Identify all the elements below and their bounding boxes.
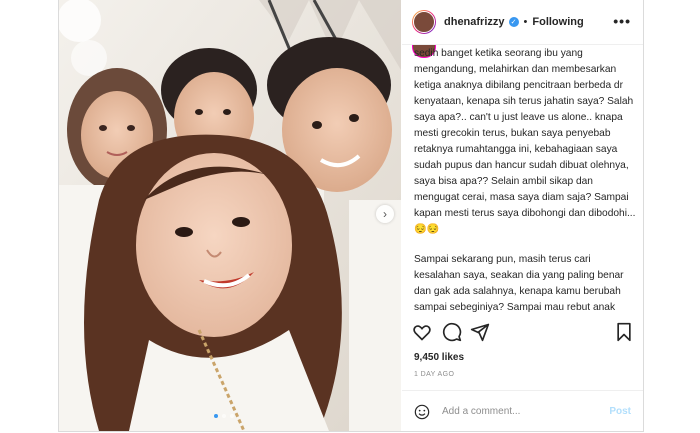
comment-input[interactable] — [440, 405, 594, 418]
comment-icon[interactable] — [442, 322, 462, 342]
username-link[interactable]: dhenafrizzy — [444, 16, 505, 28]
action-bar — [402, 318, 643, 346]
post-side-panel: dhenafrizzy ✓ • Following ••• sedih bang… — [402, 0, 643, 431]
caption-text: sedih banget ketika seorang ibu yang men… — [414, 46, 636, 313]
verified-badge-icon: ✓ — [508, 17, 519, 27]
following-button[interactable]: Following — [532, 16, 583, 28]
post-header: dhenafrizzy ✓ • Following ••• — [402, 0, 643, 45]
caption-scroll-area[interactable]: sedih banget ketika seorang ibu yang men… — [402, 45, 643, 313]
post-frame: › dhenafrizzy ✓ • Following ••• sedih ba… — [58, 0, 644, 432]
likes-count[interactable]: 9,450 likes — [414, 352, 464, 363]
carousel-dot — [222, 414, 226, 418]
post-date[interactable]: 1 DAY AGO — [414, 371, 454, 378]
caption-paragraph: sedih banget ketika seorang ibu yang men… — [414, 48, 636, 235]
heart-icon[interactable] — [412, 322, 432, 342]
avatar[interactable] — [412, 10, 436, 34]
header-separator: • — [523, 16, 528, 28]
emoji-icon[interactable] — [414, 404, 430, 420]
caption-paragraph: Sampai sekarang pun, masih terus cari ke… — [414, 254, 624, 313]
more-options-icon[interactable]: ••• — [613, 13, 631, 29]
bookmark-icon[interactable] — [614, 322, 634, 342]
post-photo[interactable]: › — [59, 0, 401, 431]
carousel-dot — [214, 414, 218, 418]
next-photo-button[interactable]: › — [376, 205, 394, 223]
carousel-indicator — [214, 414, 234, 418]
family-selfie-image — [59, 0, 401, 431]
carousel-dot — [230, 414, 234, 418]
comment-bar: Post — [402, 390, 643, 432]
share-icon[interactable] — [470, 322, 490, 342]
chevron-right-icon: › — [383, 207, 387, 221]
post-comment-button[interactable]: Post — [609, 406, 631, 417]
